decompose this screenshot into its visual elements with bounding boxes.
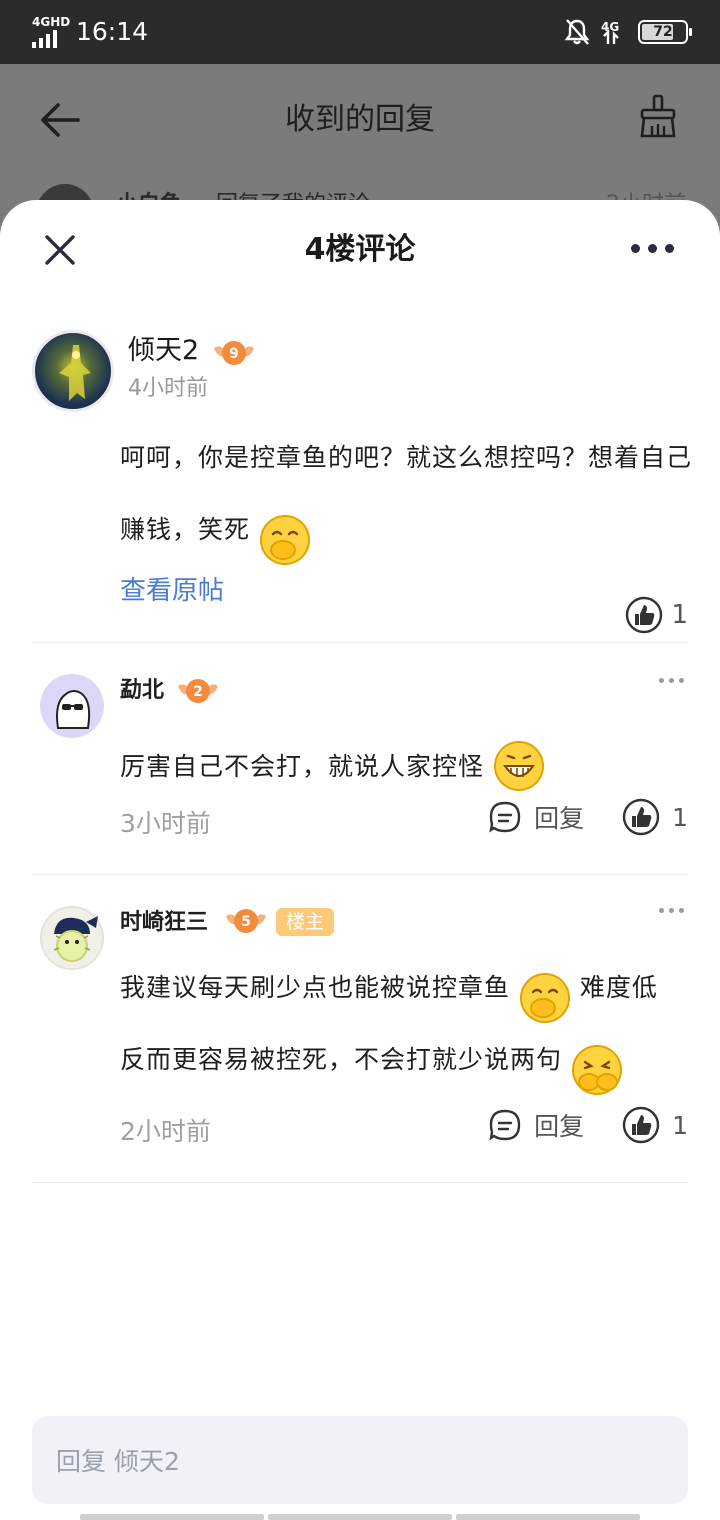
status-bar: 4GHD 16:14 4G 72 xyxy=(0,0,720,64)
view-original-link[interactable]: 查看原帖 xyxy=(120,570,224,607)
author-name[interactable]: 勐北 xyxy=(120,676,164,706)
reply-label: 回复 xyxy=(534,1112,585,1141)
like-icon xyxy=(622,798,660,836)
more-icon[interactable] xyxy=(659,908,684,913)
reply-text-line2: 反而更容易被控死，不会打就少说两句 xyxy=(120,1045,563,1074)
reply-text: 厉害自己不会打，就说人家控怪 xyxy=(120,740,690,792)
page-title: 收到的回复 xyxy=(285,102,435,137)
clock: 16:14 xyxy=(76,17,149,46)
comment-text: 呵呵，你是控章鱼的吧？就这么想控吗？想着自己赚钱，笑死 xyxy=(120,422,695,566)
level-badge: 9 xyxy=(212,338,256,372)
like-count: 1 xyxy=(671,600,688,630)
reply-text-content: 厉害自己不会打，就说人家控怪 xyxy=(120,752,485,781)
emoji-cover-mouth xyxy=(519,973,570,1023)
divider xyxy=(32,874,688,875)
like-button[interactable]: 1 xyxy=(625,596,688,634)
reply-button[interactable]: 回复 xyxy=(488,1107,584,1143)
reply-time: 2小时前 xyxy=(120,1117,211,1146)
like-button[interactable]: 1 xyxy=(622,1106,688,1144)
level-badge: 5 xyxy=(224,906,268,940)
reply-input[interactable]: 回复 倾天2 xyxy=(32,1416,688,1504)
reply-button[interactable]: 回复 xyxy=(488,799,584,835)
emoji-grin xyxy=(493,741,544,791)
mute-icon xyxy=(564,19,590,45)
reply-text-line1b: 难度低 xyxy=(579,973,658,1002)
avatar[interactable] xyxy=(40,674,104,738)
background-page-header: 收到的回复 小白鱼 回复了我的评论 2小时前 xyxy=(0,64,720,242)
network-4g-icon: 4G xyxy=(601,20,619,44)
like-button[interactable]: 1 xyxy=(622,798,688,836)
reply-actions: 回复 1 xyxy=(488,1106,688,1144)
more-icon[interactable] xyxy=(631,244,674,253)
author-name[interactable]: 倾天2 xyxy=(128,334,199,368)
like-count: 1 xyxy=(672,1110,688,1140)
divider xyxy=(32,1182,688,1183)
divider xyxy=(32,642,688,643)
level-badge: 2 xyxy=(176,676,220,710)
comment-icon xyxy=(489,1109,521,1141)
broom-icon[interactable] xyxy=(638,94,678,138)
reply-time: 3小时前 xyxy=(120,809,211,838)
author-name[interactable]: 时崎狂三 xyxy=(120,908,208,938)
like-icon xyxy=(622,1106,660,1144)
reply-text: 我建议每天刷少点也能被说控章鱼 难度低 反而更容易被控死，不会打就少说两句 xyxy=(120,952,690,1096)
avatar[interactable] xyxy=(40,906,104,970)
battery-level: 72 xyxy=(653,24,673,40)
sheet-title: 4楼评论 xyxy=(304,232,416,267)
signal-icon: 4GHD xyxy=(32,15,71,48)
network-right-label: 4G xyxy=(601,20,619,34)
level-number: 5 xyxy=(241,914,251,930)
comment-time: 4小时前 xyxy=(128,376,208,401)
network-label: 4GHD xyxy=(32,15,71,29)
battery-icon: 72 xyxy=(638,20,692,44)
reply-input-placeholder: 回复 倾天2 xyxy=(56,1447,180,1476)
reply-actions: 回复 1 xyxy=(488,798,688,836)
comment-sheet: 4楼评论 倾天2 9 4小时前 呵呵，你是控章鱼的吧？就这么想控吗？想着自己赚钱… xyxy=(0,200,720,1520)
emoji-cover-mouth xyxy=(259,515,310,565)
comment-icon xyxy=(489,801,521,833)
avatar[interactable] xyxy=(32,330,114,412)
like-count: 1 xyxy=(672,802,688,832)
level-number: 9 xyxy=(229,346,239,362)
home-indicator xyxy=(80,1514,640,1520)
reply-text-line1: 我建议每天刷少点也能被说控章鱼 xyxy=(120,973,511,1002)
emoji-laugh-hide xyxy=(571,1045,622,1095)
reply-label: 回复 xyxy=(534,804,585,833)
comment-text-content: 呵呵，你是控章鱼的吧？就这么想控吗？想着自己赚钱，笑死 xyxy=(120,443,693,544)
level-number: 2 xyxy=(193,684,203,700)
more-icon[interactable] xyxy=(659,678,684,683)
like-icon xyxy=(626,596,663,634)
host-badge: 楼主 xyxy=(276,908,335,936)
